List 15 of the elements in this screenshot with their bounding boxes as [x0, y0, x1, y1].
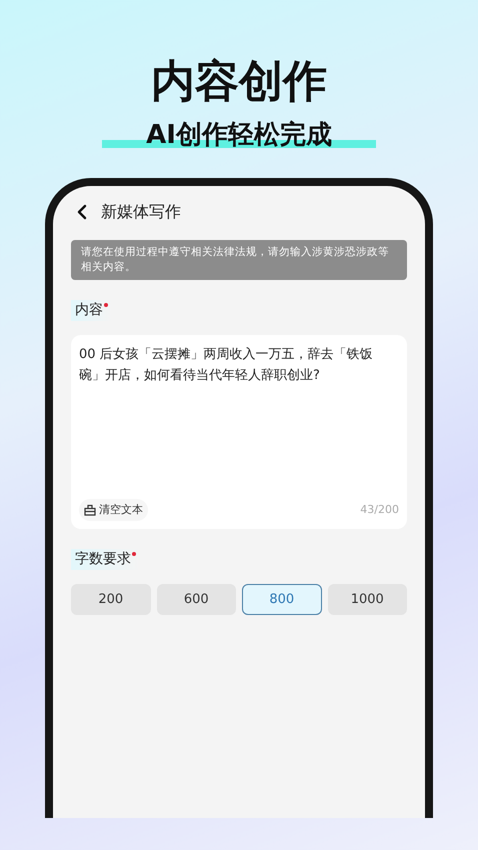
basket-icon — [84, 504, 96, 516]
back-icon[interactable] — [77, 204, 87, 220]
content-text: 00 后女孩「云摆摊」两周收入一万五，辞去「铁饭碗」开店，如何看待当代年轻人辞职创业? — [79, 346, 374, 385]
headline: 内容创作 — [150, 55, 328, 106]
clear-text-button[interactable]: 清空文本 — [79, 498, 148, 522]
word-count-option[interactable]: 600 — [156, 584, 236, 616]
word-count-option[interactable]: 200 — [71, 584, 150, 616]
word-count-option[interactable]: 800 — [242, 584, 322, 616]
content-field[interactable]: 00 后女孩「云摆摊」两周收入一万五，辞去「铁饭碗」开店，如何看待当代年轻人辞职创业? 清空文本 43/200 — [71, 335, 407, 530]
char-counter: 43/200 — [360, 502, 399, 518]
notice-text: 请您在使用过程中遵守相关法律法规，请勿输入涉黄涉恐涉政等相关内容。 — [71, 240, 407, 280]
page-title: 新媒体写作 — [101, 200, 181, 223]
field-label: 字数要求 — [75, 550, 131, 570]
field-label: 内容 — [75, 301, 103, 320]
word-count-option[interactable]: 1000 — [328, 584, 407, 616]
